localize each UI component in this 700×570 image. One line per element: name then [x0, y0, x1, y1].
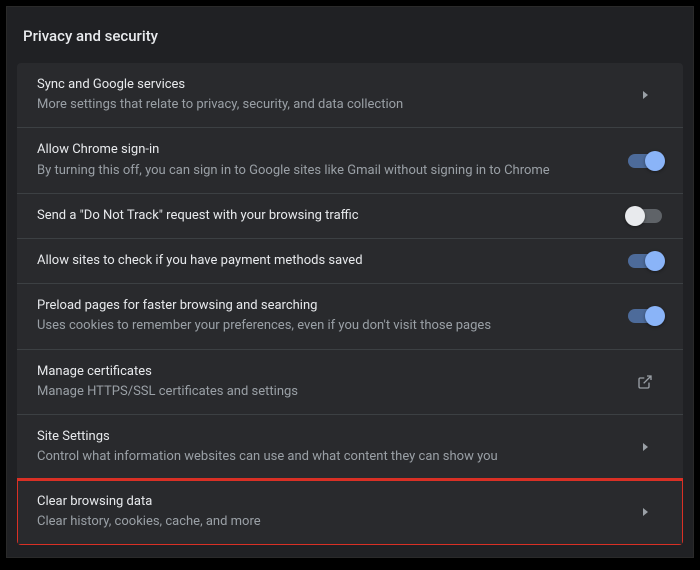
- do-not-track-row[interactable]: Send a "Do Not Track" request with your …: [17, 194, 683, 239]
- settings-card: Sync and Google services More settings t…: [17, 63, 683, 545]
- row-title: Send a "Do Not Track" request with your …: [37, 207, 611, 225]
- row-subtitle: By turning this off, you can sign in to …: [37, 162, 611, 180]
- row-text: Send a "Do Not Track" request with your …: [37, 207, 611, 225]
- row-title: Sync and Google services: [37, 76, 611, 94]
- row-text: Clear browsing data Clear history, cooki…: [37, 493, 611, 531]
- row-title: Allow Chrome sign-in: [37, 141, 611, 159]
- site-settings-row[interactable]: Site Settings Control what information w…: [17, 415, 683, 480]
- row-title: Preload pages for faster browsing and se…: [37, 297, 611, 315]
- do-not-track-toggle[interactable]: [628, 209, 662, 223]
- row-title: Site Settings: [37, 428, 611, 446]
- allow-chrome-signin-row[interactable]: Allow Chrome sign-in By turning this off…: [17, 128, 683, 193]
- row-subtitle: Uses cookies to remember your preference…: [37, 317, 611, 335]
- row-subtitle: Clear history, cookies, cache, and more: [37, 513, 611, 531]
- manage-certificates-row[interactable]: Manage certificates Manage HTTPS/SSL cer…: [17, 350, 683, 415]
- row-text: Site Settings Control what information w…: [37, 428, 611, 466]
- sync-google-services-row[interactable]: Sync and Google services More settings t…: [17, 63, 683, 128]
- row-text: Allow sites to check if you have payment…: [37, 252, 611, 270]
- row-subtitle: Control what information websites can us…: [37, 448, 611, 466]
- row-title: Manage certificates: [37, 363, 611, 381]
- external-link-icon: [627, 374, 663, 390]
- chevron-right-icon: [627, 91, 663, 99]
- chevron-right-icon: [627, 508, 663, 516]
- section-title: Privacy and security: [17, 27, 683, 63]
- allow-chrome-signin-toggle[interactable]: [628, 154, 662, 168]
- preload-pages-row[interactable]: Preload pages for faster browsing and se…: [17, 284, 683, 349]
- row-subtitle: Manage HTTPS/SSL certificates and settin…: [37, 383, 611, 401]
- row-text: Sync and Google services More settings t…: [37, 76, 611, 114]
- row-subtitle: More settings that relate to privacy, se…: [37, 96, 611, 114]
- row-text: Allow Chrome sign-in By turning this off…: [37, 141, 611, 179]
- row-text: Manage certificates Manage HTTPS/SSL cer…: [37, 363, 611, 401]
- row-title: Clear browsing data: [37, 493, 611, 511]
- settings-panel: Privacy and security Sync and Google ser…: [6, 6, 694, 558]
- payment-methods-row[interactable]: Allow sites to check if you have payment…: [17, 239, 683, 284]
- clear-browsing-data-row[interactable]: Clear browsing data Clear history, cooki…: [17, 480, 683, 544]
- preload-pages-toggle[interactable]: [628, 309, 662, 323]
- row-text: Preload pages for faster browsing and se…: [37, 297, 611, 335]
- row-title: Allow sites to check if you have payment…: [37, 252, 611, 270]
- chevron-right-icon: [627, 443, 663, 451]
- payment-methods-toggle[interactable]: [628, 254, 662, 268]
